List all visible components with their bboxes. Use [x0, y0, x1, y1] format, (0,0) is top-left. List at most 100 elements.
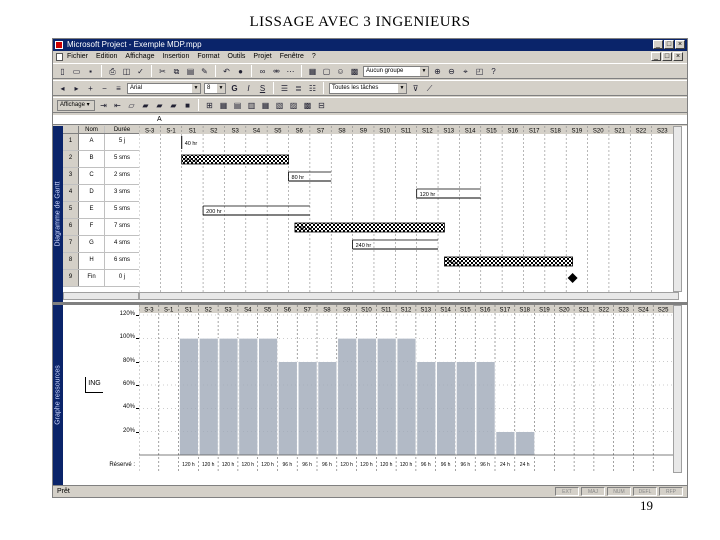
chevron-down-icon[interactable]: ▼ [217, 83, 225, 93]
task-name[interactable]: C [79, 168, 105, 184]
header-id[interactable] [63, 126, 79, 133]
task-name[interactable]: Fin [79, 270, 105, 286]
task-duration[interactable]: 0 j [105, 270, 139, 286]
resource-graph[interactable]: S-3 S-1 S1 S2 S3 S4 S5 S6 S7 S8 S9 S10 S11 S12 S13 S14 S… [139, 305, 673, 473]
task-duration[interactable]: 7 sms [105, 219, 139, 235]
split-task-icon[interactable]: ⋯ [285, 66, 296, 77]
percent-25-icon[interactable]: ▰ [140, 100, 151, 111]
task-row[interactable]: 6F7 sms [63, 219, 139, 236]
copy-picture-icon[interactable]: ▩ [349, 66, 360, 77]
chevron-down-icon[interactable]: ▼ [398, 83, 406, 93]
align-right-icon[interactable]: ☷ [307, 83, 318, 94]
gantt-chart[interactable]: S-3 S-1 S1 S2 S3 S4 S5 S6 S7 S8 S9 S10 S11 S12 S13 S14 S… [139, 126, 673, 292]
display-dropdown[interactable]: Affichage ▾ [57, 99, 95, 111]
task-usage-icon[interactable]: ▧ [274, 100, 285, 111]
header-duration[interactable]: Durée [105, 126, 139, 133]
percent-75-icon[interactable]: ▰ [168, 100, 179, 111]
paste-icon[interactable]: ▤ [185, 66, 196, 77]
group-by-combo[interactable]: Aucun groupe ▼ [363, 65, 429, 77]
zoom-out-icon[interactable]: ⊖ [446, 66, 457, 77]
gantt-view-icon[interactable]: ▤ [232, 100, 243, 111]
menu-fenetre[interactable]: Fenêtre [280, 51, 304, 63]
resource-usage-icon[interactable]: ▩ [302, 100, 313, 111]
indent-icon[interactable]: ⇥ [98, 100, 109, 111]
gantt-vscrollbar[interactable] [673, 126, 682, 292]
task-name[interactable]: B [79, 151, 105, 167]
task-duration[interactable]: 6 sms [105, 253, 139, 269]
menu-insertion[interactable]: Insertion [162, 51, 189, 63]
close-button[interactable]: × [675, 40, 685, 49]
calendar-view-icon[interactable]: ▦ [218, 100, 229, 111]
task-name[interactable]: G [79, 236, 105, 252]
copy-view-icon[interactable]: ◰ [474, 66, 485, 77]
maximize-button[interactable]: □ [664, 40, 674, 49]
format-painter-icon[interactable]: ✎ [199, 66, 210, 77]
align-center-icon[interactable]: ≣ [293, 83, 304, 94]
save-icon[interactable]: ▪ [85, 66, 96, 77]
more-views-icon[interactable]: ⊟ [316, 100, 327, 111]
italic-button[interactable]: I [243, 83, 254, 94]
entry-bar[interactable]: A [53, 115, 687, 125]
view-bar-gantt[interactable]: Diagramme de Gantt [53, 126, 63, 302]
minimize-button[interactable]: _ [653, 40, 663, 49]
task-row[interactable]: 3C2 sms [63, 168, 139, 185]
font-combo[interactable]: Arial ▼ [127, 82, 201, 94]
undo-icon[interactable]: ↶ [221, 66, 232, 77]
header-name[interactable]: Nom [79, 126, 105, 133]
task-name[interactable]: F [79, 219, 105, 235]
doc-close-button[interactable]: × [673, 52, 683, 61]
chevron-down-icon[interactable]: ▼ [420, 66, 428, 76]
task-row[interactable]: 2B5 sms [63, 151, 139, 168]
remove-icon[interactable]: − [99, 83, 110, 94]
outdent-icon[interactable]: ⇤ [112, 100, 123, 111]
copy-icon[interactable]: ⧉ [171, 66, 182, 77]
show-combo-icon[interactable]: ≡ [113, 83, 124, 94]
link-tasks-icon[interactable]: ∞ [257, 66, 268, 77]
autofilter-icon[interactable]: ⊽ [410, 83, 421, 94]
resource-sheet-icon[interactable]: ▦ [260, 100, 271, 111]
menu-outils[interactable]: Outils [228, 51, 246, 63]
print-icon[interactable]: ⎙ [107, 66, 118, 77]
doc-restore-button[interactable]: □ [662, 52, 672, 61]
task-row[interactable]: 4D3 sms [63, 185, 139, 202]
task-duration[interactable]: 5 j [105, 134, 139, 150]
help-icon[interactable]: ? [488, 66, 499, 77]
task-duration[interactable]: 5 sms [105, 151, 139, 167]
arrow-left-icon[interactable]: ◂ [57, 83, 68, 94]
align-left-icon[interactable]: ☰ [279, 83, 290, 94]
task-row[interactable]: 8H6 sms [63, 253, 139, 270]
unlink-tasks-icon[interactable]: ⚮ [271, 66, 282, 77]
menu-fichier[interactable]: Fichier [67, 51, 88, 63]
menu-format[interactable]: Format [197, 51, 219, 63]
task-name[interactable]: A [79, 134, 105, 150]
percent-50-icon[interactable]: ▰ [154, 100, 165, 111]
table-hscrollbar[interactable] [63, 292, 139, 300]
filter-combo[interactable]: Toutes les tâches ▼ [329, 82, 407, 94]
resource-graph-icon[interactable]: ▥ [246, 100, 257, 111]
open-folder-icon[interactable]: ▭ [71, 66, 82, 77]
add-icon[interactable]: + [85, 83, 96, 94]
font-size-combo[interactable]: 8 ▼ [204, 82, 226, 94]
view-bar-resource[interactable]: Graphe ressources [53, 305, 63, 485]
notes-icon[interactable]: ▢ [321, 66, 332, 77]
hyperlink-icon[interactable]: ● [235, 66, 246, 77]
resource-vscrollbar[interactable] [673, 305, 682, 473]
menu-edition[interactable]: Edition [96, 51, 117, 63]
print-preview-icon[interactable]: ◫ [121, 66, 132, 77]
bold-button[interactable]: G [229, 83, 240, 94]
underline-button[interactable]: S [257, 83, 268, 94]
task-row[interactable]: 1A5 j [63, 134, 139, 151]
assign-resources-icon[interactable]: ☺ [335, 66, 346, 77]
gantt-wizard-icon[interactable]: ⟋ [424, 83, 435, 94]
task-duration[interactable]: 4 sms [105, 236, 139, 252]
tracking-gantt-icon[interactable]: ▨ [288, 100, 299, 111]
task-name[interactable]: H [79, 253, 105, 269]
new-file-icon[interactable]: ▯ [57, 66, 68, 77]
menu-projet[interactable]: Projet [253, 51, 271, 63]
task-duration[interactable]: 3 sms [105, 185, 139, 201]
task-row[interactable]: 5E5 sms [63, 202, 139, 219]
arrow-right-icon[interactable]: ▸ [71, 83, 82, 94]
percent-100-icon[interactable]: ■ [182, 100, 193, 111]
task-info-icon[interactable]: ▦ [307, 66, 318, 77]
zoom-in-icon[interactable]: ⊕ [432, 66, 443, 77]
